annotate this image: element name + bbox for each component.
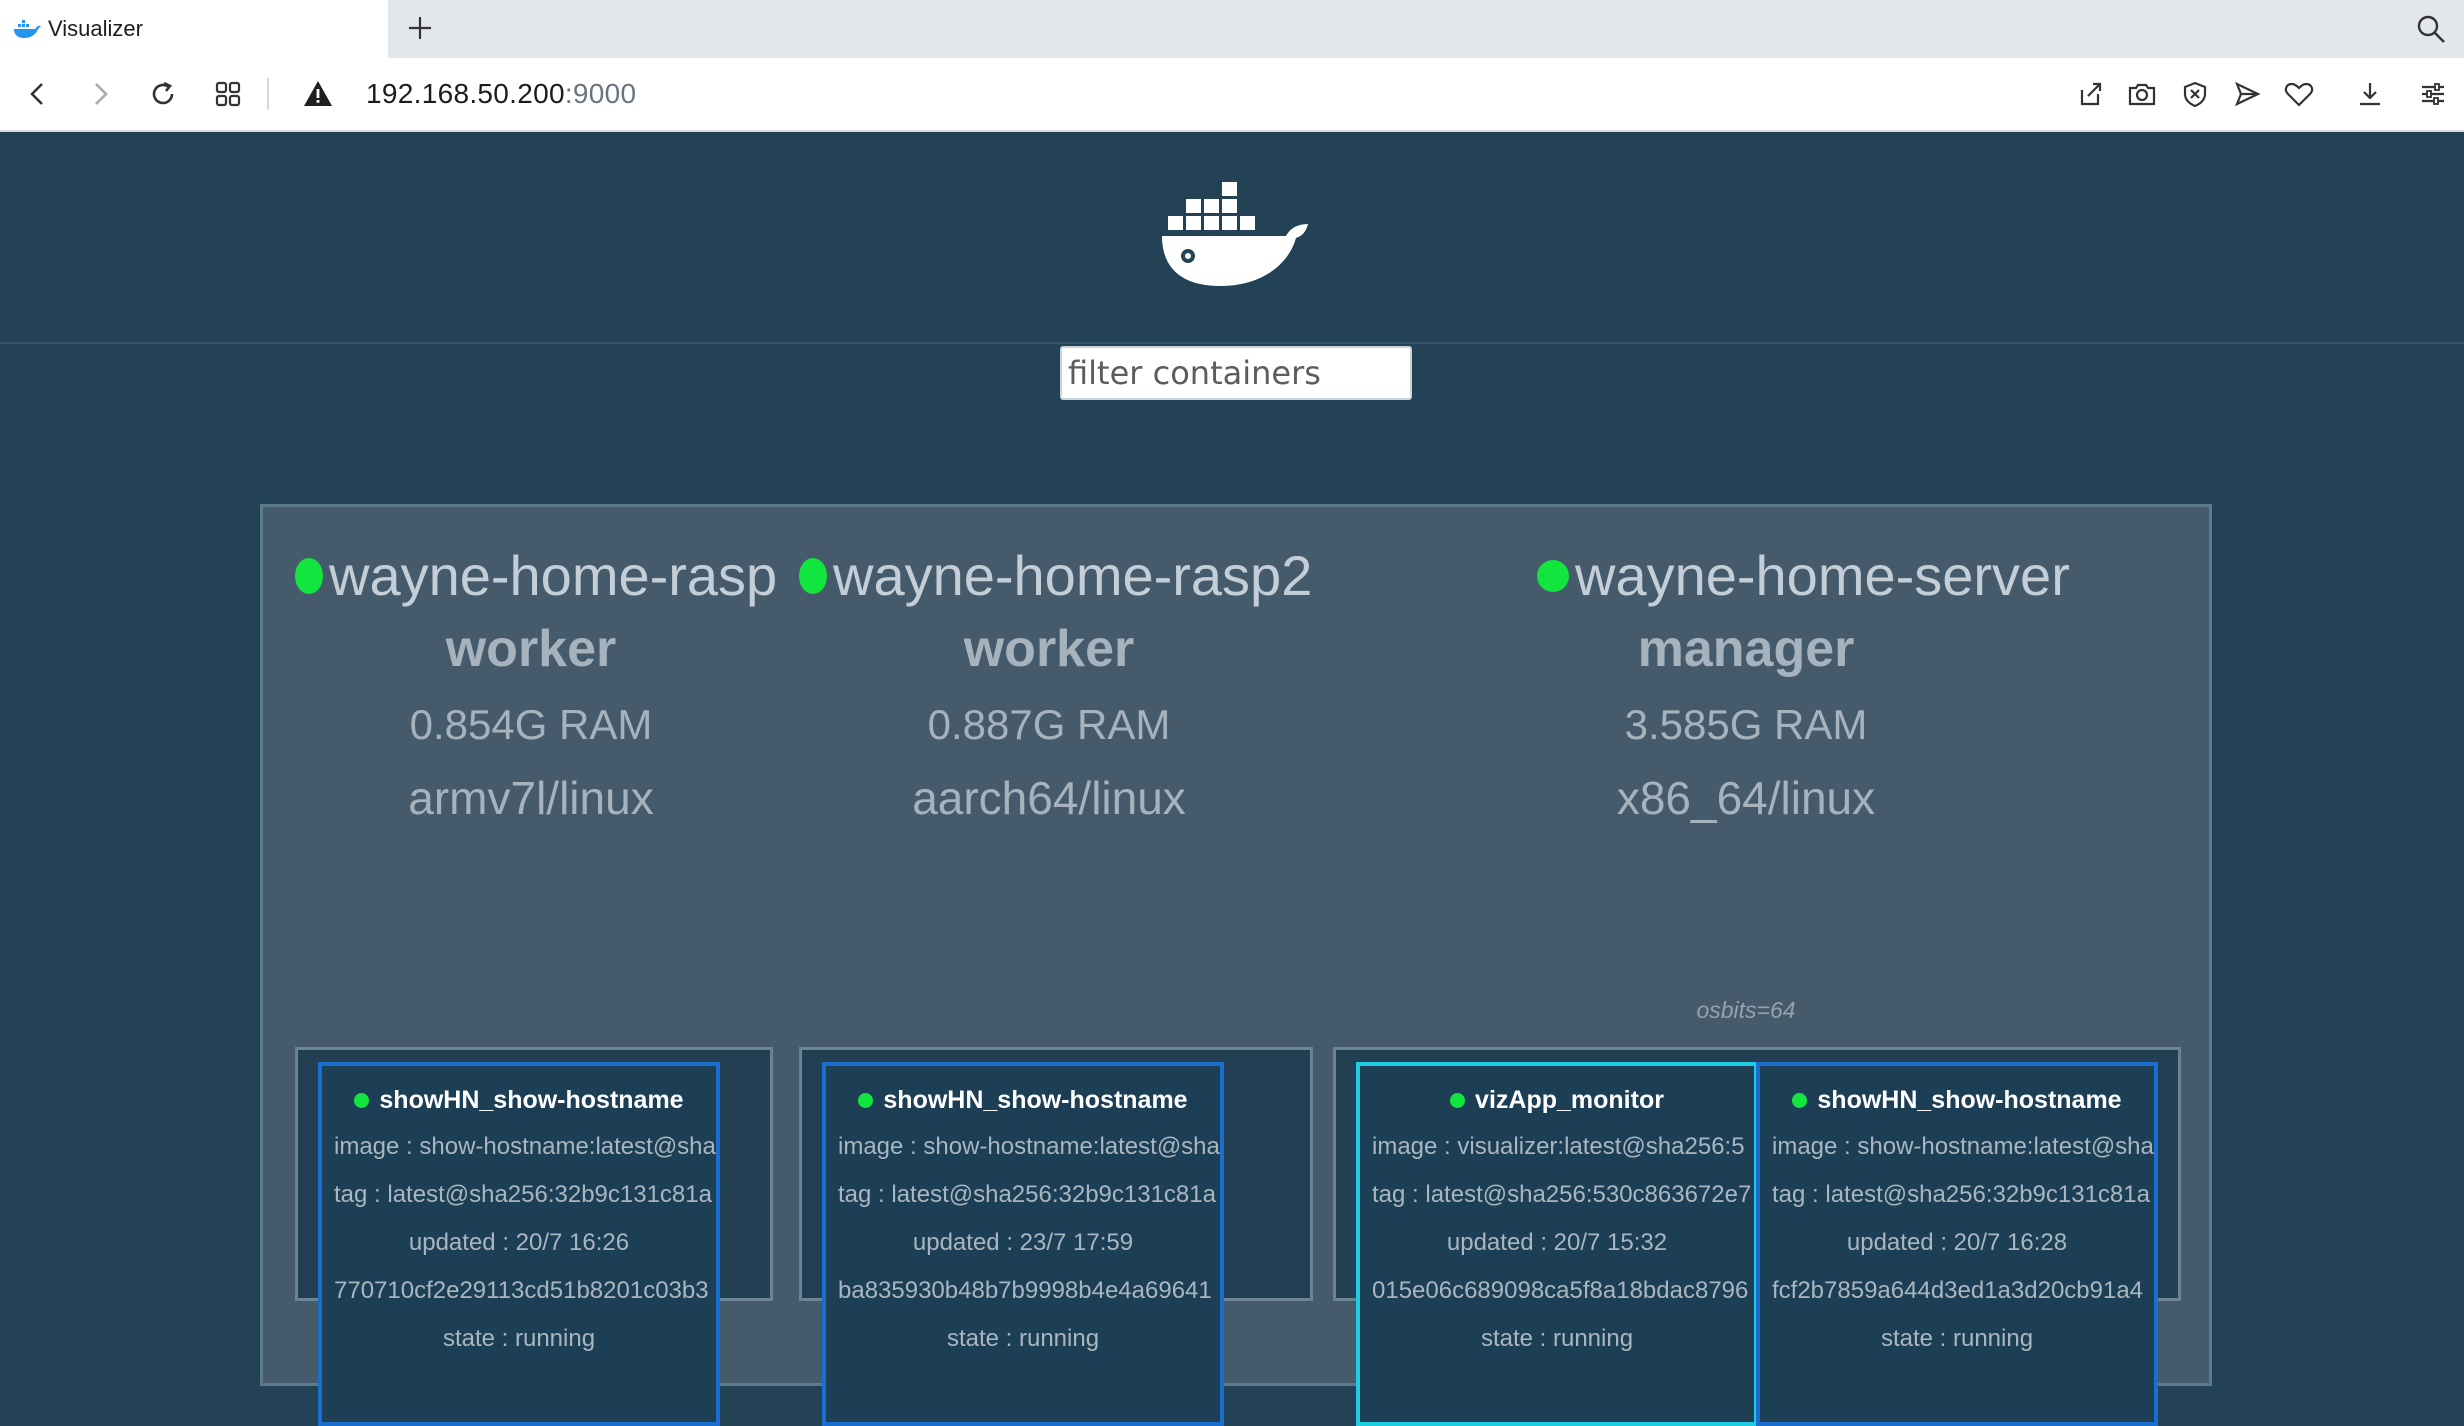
task-status-dot <box>858 1093 874 1108</box>
forward-button[interactable] <box>80 74 120 114</box>
node-role: worker <box>445 620 617 678</box>
send-icon <box>2234 81 2261 107</box>
task-image: image : show-hostname:latest@sha256 <box>838 1133 1224 1160</box>
node-status-dot <box>1537 559 1569 592</box>
share-icon <box>2080 82 2102 106</box>
task-image: image : visualizer:latest@sha256:5 <box>1372 1133 1745 1160</box>
node-role: worker <box>963 620 1135 678</box>
task-id: fcf2b7859a644d3ed1a3d20cb91a4 <box>1772 1277 2144 1304</box>
warning-icon <box>304 81 332 106</box>
reload-icon <box>152 81 174 105</box>
node-tasks-container: showHN_show-hostname image : show-hostna… <box>799 1047 1313 1426</box>
send-button[interactable] <box>2227 74 2267 114</box>
docker-logo-icon <box>1162 182 1308 286</box>
task-card[interactable]: showHN_show-hostname image : show-hostna… <box>318 1062 720 1426</box>
tab-search-button[interactable] <box>2414 12 2448 46</box>
node-ram: 0.854G RAM <box>409 701 653 748</box>
node-role: manager <box>1637 620 1855 678</box>
node-arch: aarch64/linux <box>912 772 1186 824</box>
node-ram: 0.887G RAM <box>927 701 1171 748</box>
node-tasks-container: vizApp_monitor image : visualizer:latest… <box>1333 1047 2181 1426</box>
task-status-dot <box>1450 1093 1466 1108</box>
task-tag: tag : latest@sha256:32b9c131c81a <box>1772 1181 2150 1208</box>
site-info-button[interactable] <box>298 74 338 114</box>
new-tab-button[interactable] <box>402 10 438 46</box>
settings-sliders-icon <box>2422 83 2444 105</box>
cluster-panel: wayne-home-rasp worker 0.854G RAM armv7l… <box>260 504 2212 1426</box>
address-bar[interactable]: 192.168.50.200:9000 <box>366 74 636 114</box>
task-updated: updated : 20/7 15:32 <box>1446 1229 1668 1256</box>
share-button[interactable] <box>2070 74 2110 114</box>
task-state: state : running <box>946 1325 1100 1352</box>
favorite-button[interactable] <box>2279 74 2319 114</box>
node-tasks-container: showHN_show-hostname image : show-hostna… <box>295 1047 773 1426</box>
task-name: showHN_show-hostname <box>1760 1086 2154 1115</box>
task-tag: tag : latest@sha256:32b9c131c81a <box>838 1181 1216 1208</box>
chevron-right-icon <box>95 83 108 105</box>
task-updated: updated : 23/7 17:59 <box>912 1229 1134 1256</box>
reload-button[interactable] <box>143 74 183 114</box>
task-status-dot <box>354 1093 370 1108</box>
tab-visualizer[interactable]: Visualizer <box>0 0 388 58</box>
tab-bar: Visualizer <box>0 0 2464 58</box>
node-ram: 3.585G RAM <box>1624 701 1868 748</box>
tab-title: Visualizer <box>48 16 143 41</box>
task-tag: tag : latest@sha256:530c863672e7 <box>1372 1181 1752 1208</box>
task-card[interactable]: showHN_show-hostname image : show-hostna… <box>1756 1062 2158 1426</box>
node-status-dot <box>799 557 827 594</box>
task-card[interactable]: vizApp_monitor image : visualizer:latest… <box>1356 1062 1758 1426</box>
menu-button[interactable] <box>2413 74 2453 114</box>
node-wayne-home-rasp2: wayne-home-rasp2 worker 0.887G RAM aarch… <box>773 507 1313 1426</box>
task-tag: tag : latest@sha256:32b9c131c81a <box>334 1181 712 1208</box>
download-icon <box>2360 83 2380 106</box>
tabs-overview-button[interactable] <box>208 74 248 114</box>
node-labels: osbits=64 <box>1696 997 1796 1023</box>
toolbar-separator <box>267 78 269 110</box>
task-state: state : running <box>1880 1325 2034 1352</box>
node-name: wayne-home-rasp2 <box>799 543 1312 608</box>
task-state: state : running <box>1480 1325 1634 1352</box>
downloads-button[interactable] <box>2350 74 2390 114</box>
node-arch: armv7l/linux <box>408 772 654 824</box>
grid-icon <box>215 81 241 107</box>
browser-toolbar: 192.168.50.200:9000 <box>0 58 2464 132</box>
task-image: image : show-hostname:latest@sha256 <box>1772 1133 2158 1160</box>
node-wayne-home-rasp: wayne-home-rasp worker 0.854G RAM armv7l… <box>263 507 777 1426</box>
task-state: state : running <box>442 1325 596 1352</box>
task-id: ba835930b48b7b9998b4e4a69641 <box>838 1277 1212 1304</box>
filter-containers-input[interactable] <box>1060 346 1412 400</box>
search-icon <box>2417 15 2445 43</box>
task-id: 770710cf2e29113cd51b8201c03b3 <box>334 1277 709 1304</box>
adblock-button[interactable] <box>2175 74 2215 114</box>
visualizer-page: wayne-home-rasp worker 0.854G RAM armv7l… <box>0 132 2464 1426</box>
task-updated: updated : 20/7 16:28 <box>1846 1229 2068 1256</box>
task-name: vizApp_monitor <box>1360 1086 1754 1115</box>
chevron-left-icon <box>30 83 43 105</box>
docker-favicon-icon <box>12 18 42 40</box>
plus-icon <box>409 17 431 39</box>
shield-block-icon <box>2183 81 2207 108</box>
header-divider <box>0 342 2464 344</box>
node-wayne-home-server: wayne-home-server manager 3.585G RAM x86… <box>1315 507 2195 1426</box>
screenshot-button[interactable] <box>2122 74 2162 114</box>
task-name: showHN_show-hostname <box>826 1086 1220 1115</box>
camera-icon <box>2128 83 2156 106</box>
url-port: :9000 <box>564 78 637 109</box>
node-name: wayne-home-server <box>1537 543 2070 608</box>
url-host: 192.168.50.200 <box>366 78 565 109</box>
node-arch: x86_64/linux <box>1616 772 1876 824</box>
task-name: showHN_show-hostname <box>322 1086 716 1115</box>
task-image: image : show-hostname:latest@sha256 <box>334 1133 720 1160</box>
task-status-dot <box>1792 1093 1808 1108</box>
node-name: wayne-home-rasp <box>295 543 777 608</box>
node-status-dot <box>295 557 323 594</box>
back-button[interactable] <box>18 74 58 114</box>
heart-icon <box>2284 82 2314 107</box>
task-card[interactable]: showHN_show-hostname image : show-hostna… <box>822 1062 1224 1426</box>
task-updated: updated : 20/7 16:26 <box>408 1229 630 1256</box>
task-id: 015e06c689098ca5f8a18bdac8796 <box>1372 1277 1749 1304</box>
